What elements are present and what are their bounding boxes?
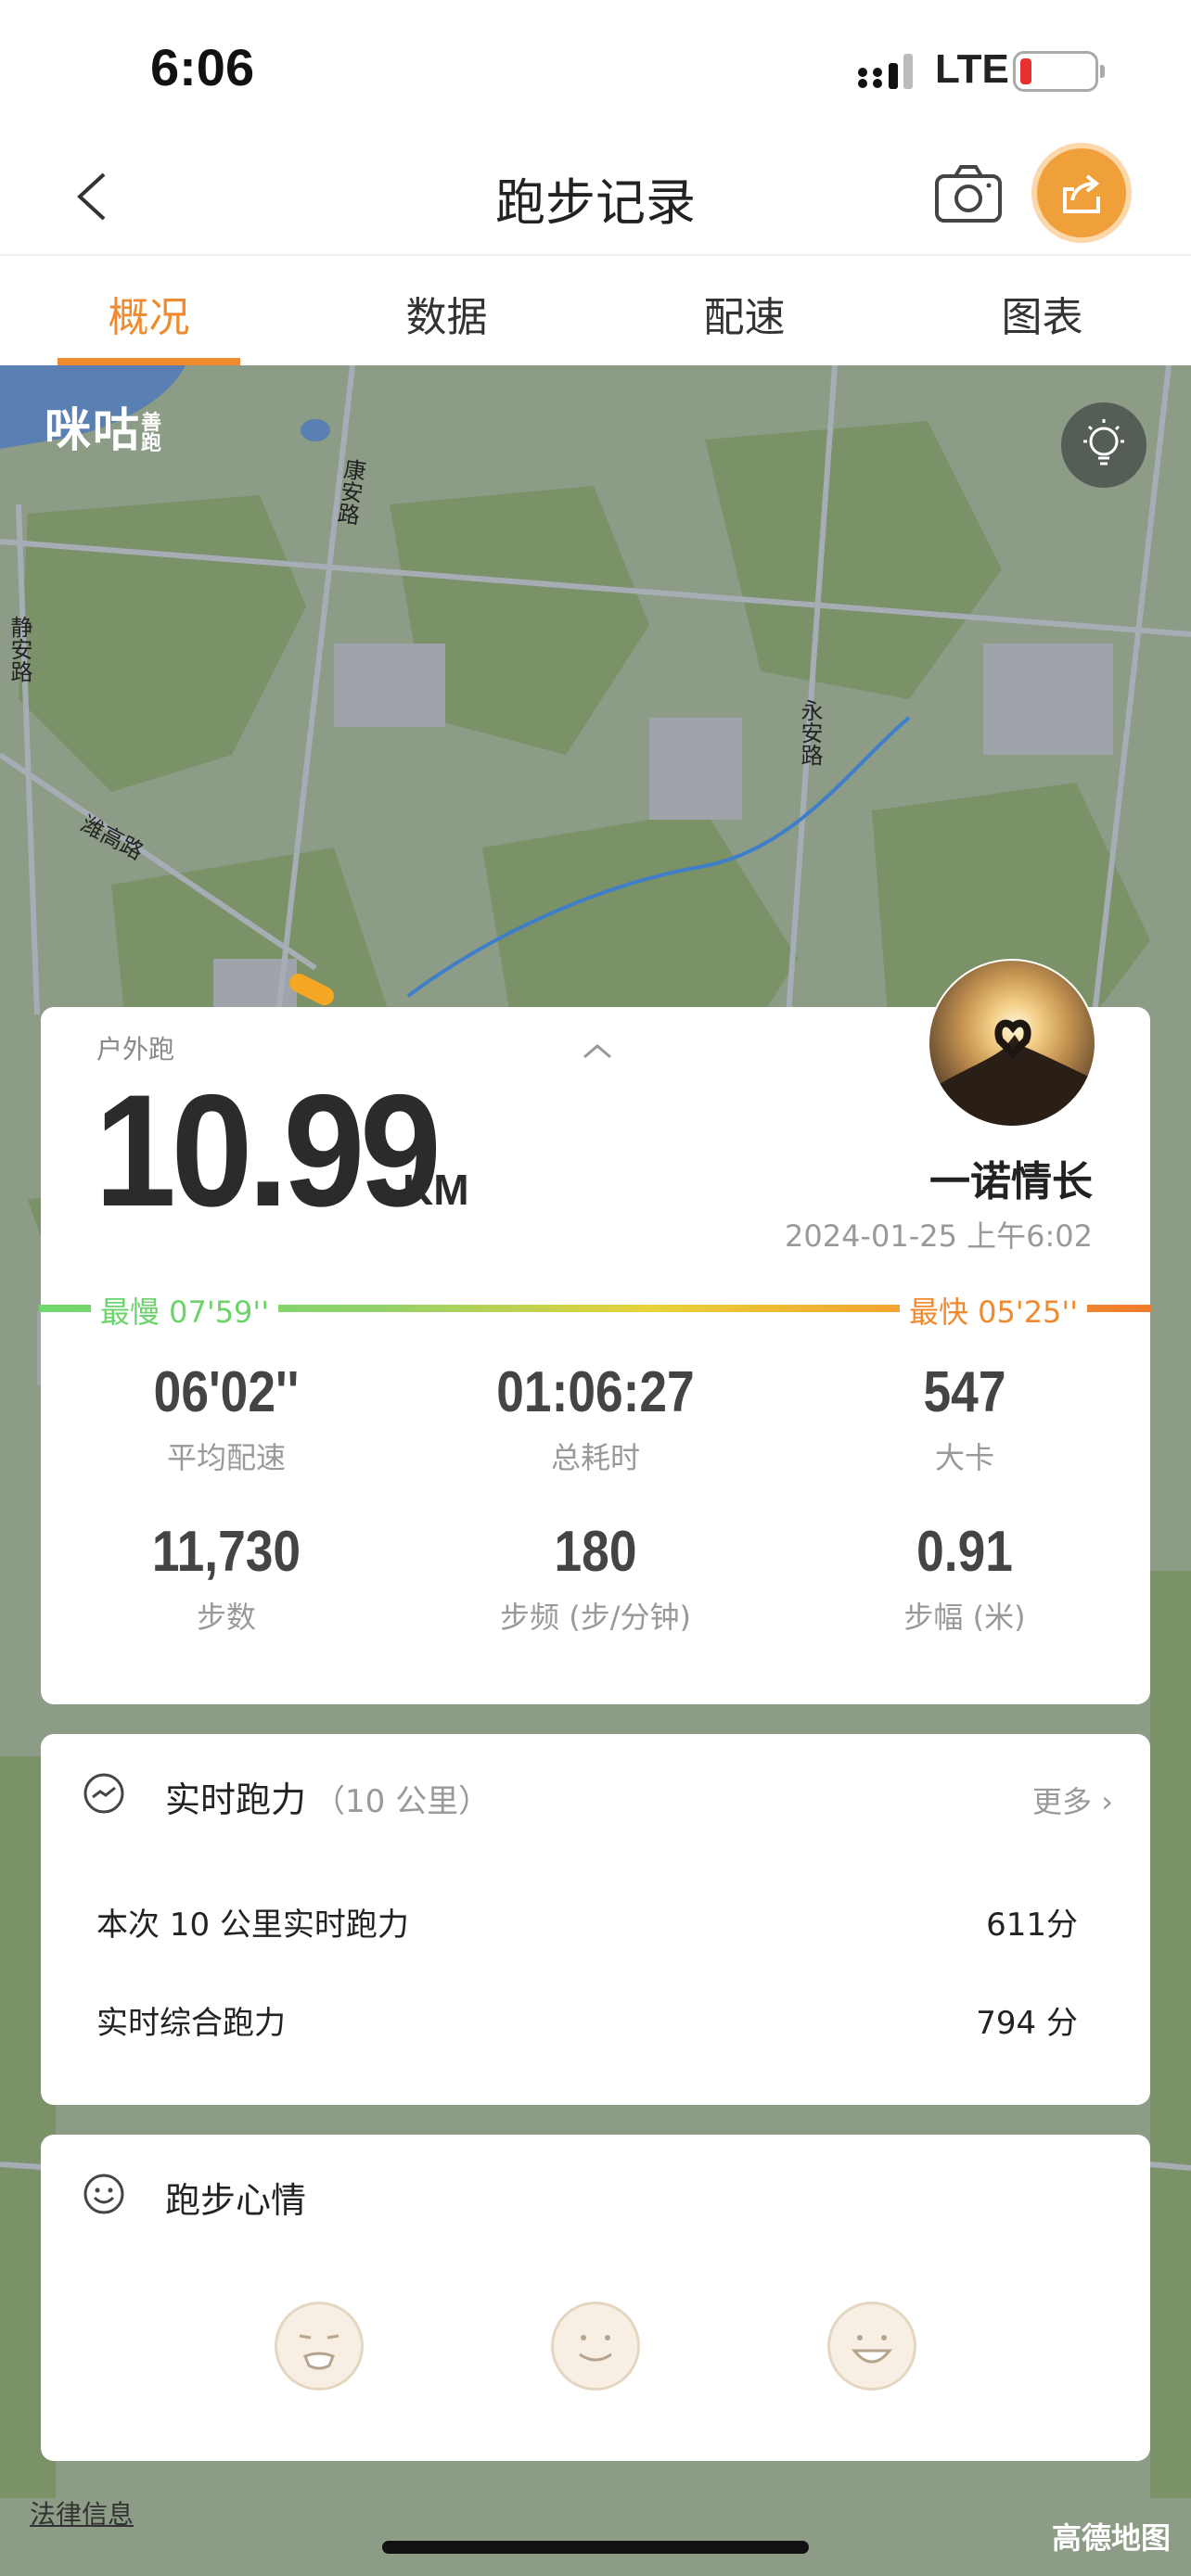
tab-bar: 概况 数据 配速 图表 [0, 254, 1191, 365]
running-power-row: 本次 10 公里实时跑力 611分 [96, 1906, 1078, 1944]
mood-happy-icon[interactable] [551, 2302, 640, 2391]
status-bar: 6:06 LTE [0, 0, 1191, 139]
tab-pace[interactable]: 配速 [596, 256, 893, 365]
fastest-pace: 最快 05'25'' [900, 1289, 1088, 1332]
mood-tired-icon[interactable] [275, 2302, 364, 2391]
mood-excited-icon[interactable] [827, 2302, 916, 2391]
smiley-icon [83, 2174, 124, 2214]
slowest-pace: 最慢 07'59'' [91, 1289, 279, 1332]
running-power-title: 实时跑力 （10 公里） [165, 1779, 491, 1820]
network-type: LTE [935, 46, 1009, 92]
stat-stride: 0.91 步幅 (米) [903, 1520, 1026, 1635]
chevron-up-icon[interactable] [581, 1040, 614, 1061]
distance-unit: KM [403, 1166, 469, 1214]
stat-total-time: 01:06:27 总耗时 [496, 1360, 695, 1475]
distance-value: 10.99 [95, 1062, 442, 1240]
tab-charts[interactable]: 图表 [893, 256, 1191, 365]
running-mood-card: 跑步心情 [41, 2135, 1150, 2461]
stat-calories: 547 大卡 [923, 1360, 1006, 1475]
avatar[interactable] [928, 959, 1096, 1128]
cellular-signal-icon [858, 54, 913, 89]
running-power-card: 实时跑力 （10 公里） 更多 › 本次 10 公里实时跑力 611分 实时综合跑力… [41, 1734, 1150, 2105]
username: 一诺情长 [929, 1158, 1093, 1205]
status-time: 6:06 [150, 38, 255, 96]
home-indicator[interactable] [382, 2541, 809, 2554]
battery-icon [1013, 51, 1105, 92]
mood-title: 跑步心情 [165, 2180, 307, 2221]
page-title: 跑步记录 [495, 173, 696, 232]
migu-logo: 咪咕善跑 [45, 403, 164, 457]
share-button[interactable] [1037, 148, 1126, 237]
road-label: 静安路 [6, 616, 32, 682]
legal-info-link[interactable]: 法律信息 [30, 2494, 134, 2531]
more-link[interactable]: 更多 › [1032, 1779, 1113, 1821]
run-datetime: 2024-01-25 上午6:02 [784, 1218, 1093, 1254]
stat-steps: 11,730 步数 [151, 1520, 301, 1635]
map-provider-label: 高德地图 [1052, 2520, 1172, 2556]
running-power-row: 实时综合跑力 794 分 [96, 2005, 1078, 2042]
stat-avg-pace: 06'02'' 平均配速 [153, 1360, 300, 1475]
pace-range-bar: 最慢 07'59'' 最快 05'25'' [39, 1289, 1152, 1332]
road-label: 永安路 [797, 699, 823, 766]
trend-chart-icon [83, 1773, 124, 1814]
tab-data[interactable]: 数据 [298, 256, 596, 365]
tab-overview[interactable]: 概况 [0, 256, 298, 365]
share-icon [1063, 174, 1100, 213]
run-summary-card: 户外跑 10.99 KM 一诺情长 2024-01-25 上午6:02 最慢 0… [39, 959, 1152, 1704]
camera-icon[interactable] [933, 163, 1004, 224]
stat-cadence: 180 步频 (步/分钟) [500, 1520, 691, 1635]
navigation-bar: 跑步记录 [0, 139, 1191, 254]
lightbulb-icon[interactable] [1061, 402, 1146, 488]
